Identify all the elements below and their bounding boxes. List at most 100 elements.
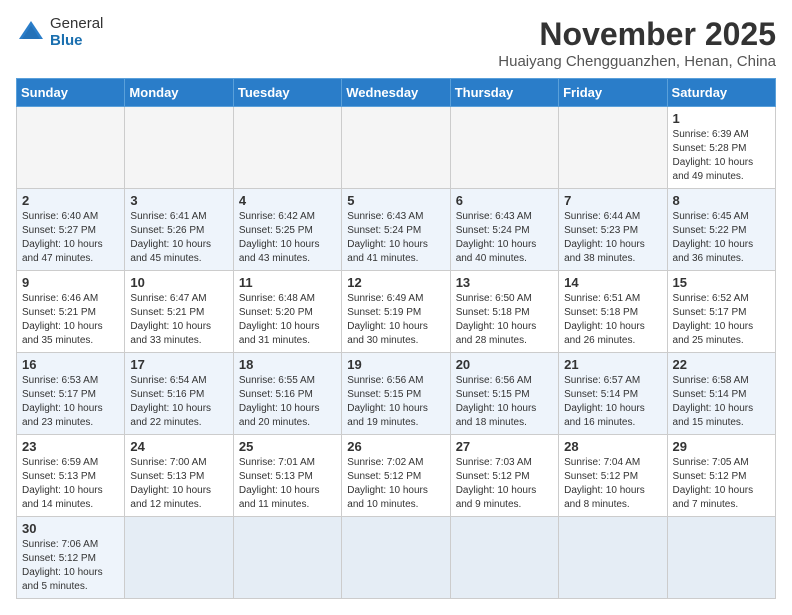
- weekday-header-tuesday: Tuesday: [233, 79, 341, 107]
- day-number: 13: [456, 275, 553, 290]
- day-number: 16: [22, 357, 119, 372]
- day-info: Sunrise: 7:04 AM Sunset: 5:12 PM Dayligh…: [564, 456, 661, 512]
- calendar-cell: [450, 107, 558, 189]
- day-info: Sunrise: 6:45 AM Sunset: 5:22 PM Dayligh…: [673, 210, 770, 266]
- day-number: 30: [22, 521, 119, 536]
- weekday-header-saturday: Saturday: [667, 79, 775, 107]
- page-header: General Blue November 2025 Huaiyang Chen…: [16, 16, 776, 70]
- day-number: 11: [239, 275, 336, 290]
- calendar-week-row: 1 Sunrise: 6:39 AM Sunset: 5:28 PM Daylig…: [17, 107, 776, 189]
- calendar-cell: 23Sunrise: 6:59 AM Sunset: 5:13 PM Dayli…: [17, 435, 125, 517]
- day-info: Sunrise: 6:40 AM Sunset: 5:27 PM Dayligh…: [22, 210, 119, 266]
- day-info: Sunrise: 6:53 AM Sunset: 5:17 PM Dayligh…: [22, 374, 119, 430]
- calendar-cell: [667, 517, 775, 599]
- calendar-cell: [125, 107, 233, 189]
- calendar-cell: 24Sunrise: 7:00 AM Sunset: 5:13 PM Dayli…: [125, 435, 233, 517]
- title-block: November 2025 Huaiyang Chengguanzhen, He…: [498, 16, 776, 70]
- day-number: 15: [673, 275, 770, 290]
- calendar-week-row: 23Sunrise: 6:59 AM Sunset: 5:13 PM Dayli…: [17, 435, 776, 517]
- day-number: 28: [564, 439, 661, 454]
- calendar-cell: 3 Sunrise: 6:41 AM Sunset: 5:26 PM Daylig…: [125, 189, 233, 271]
- calendar-cell: 4 Sunrise: 6:42 AM Sunset: 5:25 PM Daylig…: [233, 189, 341, 271]
- day-number: 5: [347, 193, 444, 208]
- month-title: November 2025: [498, 16, 776, 53]
- calendar-week-row: 16 Sunrise: 6:53 AM Sunset: 5:17 PM Dayli…: [17, 353, 776, 435]
- calendar-cell: [125, 517, 233, 599]
- day-info: Sunrise: 6:51 AM Sunset: 5:18 PM Dayligh…: [564, 292, 661, 348]
- calendar-cell: [17, 107, 125, 189]
- day-number: 20: [456, 357, 553, 372]
- day-info: Sunrise: 6:42 AM Sunset: 5:25 PM Dayligh…: [239, 210, 336, 266]
- day-info: Sunrise: 6:56 AM Sunset: 5:15 PM Dayligh…: [347, 374, 444, 430]
- day-info: Sunrise: 6:43 AM Sunset: 5:24 PM Dayligh…: [347, 210, 444, 266]
- location: Huaiyang Chengguanzhen, Henan, China: [498, 53, 776, 70]
- day-info: Sunrise: 7:01 AM Sunset: 5:13 PM Dayligh…: [239, 456, 336, 512]
- day-number: 21: [564, 357, 661, 372]
- calendar-cell: 19Sunrise: 6:56 AM Sunset: 5:15 PM Dayli…: [342, 353, 450, 435]
- day-info: Sunrise: 6:57 AM Sunset: 5:14 PM Dayligh…: [564, 374, 661, 430]
- day-info: Sunrise: 6:46 AM Sunset: 5:21 PM Dayligh…: [22, 292, 119, 348]
- calendar-cell: 18Sunrise: 6:55 AM Sunset: 5:16 PM Dayli…: [233, 353, 341, 435]
- day-number: 9: [22, 275, 119, 290]
- day-info: Sunrise: 6:55 AM Sunset: 5:16 PM Dayligh…: [239, 374, 336, 430]
- calendar-cell: 2 Sunrise: 6:40 AM Sunset: 5:27 PM Daylig…: [17, 189, 125, 271]
- calendar-cell: 9 Sunrise: 6:46 AM Sunset: 5:21 PM Daylig…: [17, 271, 125, 353]
- calendar-cell: [450, 517, 558, 599]
- day-info: Sunrise: 6:39 AM Sunset: 5:28 PM Dayligh…: [673, 128, 770, 184]
- calendar-cell: [233, 107, 341, 189]
- day-info: Sunrise: 6:50 AM Sunset: 5:18 PM Dayligh…: [456, 292, 553, 348]
- calendar-cell: 7Sunrise: 6:44 AM Sunset: 5:23 PM Daylig…: [559, 189, 667, 271]
- day-info: Sunrise: 7:03 AM Sunset: 5:12 PM Dayligh…: [456, 456, 553, 512]
- calendar-cell: 1 Sunrise: 6:39 AM Sunset: 5:28 PM Daylig…: [667, 107, 775, 189]
- day-number: 4: [239, 193, 336, 208]
- day-number: 27: [456, 439, 553, 454]
- day-info: Sunrise: 6:41 AM Sunset: 5:26 PM Dayligh…: [130, 210, 227, 266]
- day-number: 25: [239, 439, 336, 454]
- weekday-header-monday: Monday: [125, 79, 233, 107]
- day-info: Sunrise: 6:48 AM Sunset: 5:20 PM Dayligh…: [239, 292, 336, 348]
- day-info: Sunrise: 6:49 AM Sunset: 5:19 PM Dayligh…: [347, 292, 444, 348]
- day-number: 2: [22, 193, 119, 208]
- calendar-cell: 21 Sunrise: 6:57 AM Sunset: 5:14 PM Dayli…: [559, 353, 667, 435]
- calendar-cell: [559, 107, 667, 189]
- calendar-cell: [559, 517, 667, 599]
- calendar-cell: 25 Sunrise: 7:01 AM Sunset: 5:13 PM Dayli…: [233, 435, 341, 517]
- calendar-cell: 5 Sunrise: 6:43 AM Sunset: 5:24 PM Daylig…: [342, 189, 450, 271]
- day-number: 23: [22, 439, 119, 454]
- day-info: Sunrise: 6:47 AM Sunset: 5:21 PM Dayligh…: [130, 292, 227, 348]
- weekday-header-wednesday: Wednesday: [342, 79, 450, 107]
- calendar-week-row: 30 Sunrise: 7:06 AM Sunset: 5:12 PM Dayli…: [17, 517, 776, 599]
- calendar-cell: 12 Sunrise: 6:49 AM Sunset: 5:19 PM Dayli…: [342, 271, 450, 353]
- day-number: 26: [347, 439, 444, 454]
- calendar-cell: 13 Sunrise: 6:50 AM Sunset: 5:18 PM Dayli…: [450, 271, 558, 353]
- calendar-cell: 11 Sunrise: 6:48 AM Sunset: 5:20 PM Dayli…: [233, 271, 341, 353]
- day-number: 7: [564, 193, 661, 208]
- day-number: 6: [456, 193, 553, 208]
- calendar-cell: 20 Sunrise: 6:56 AM Sunset: 5:15 PM Dayli…: [450, 353, 558, 435]
- day-info: Sunrise: 6:52 AM Sunset: 5:17 PM Dayligh…: [673, 292, 770, 348]
- calendar-cell: 8Sunrise: 6:45 AM Sunset: 5:22 PM Daylig…: [667, 189, 775, 271]
- calendar-cell: [342, 517, 450, 599]
- calendar-cell: 26 Sunrise: 7:02 AM Sunset: 5:12 PM Dayli…: [342, 435, 450, 517]
- day-number: 1: [673, 111, 770, 126]
- calendar-table: SundayMondayTuesdayWednesdayThursdayFrid…: [16, 78, 776, 599]
- day-number: 3: [130, 193, 227, 208]
- day-info: Sunrise: 6:58 AM Sunset: 5:14 PM Dayligh…: [673, 374, 770, 430]
- weekday-header-sunday: Sunday: [17, 79, 125, 107]
- calendar-cell: 10Sunrise: 6:47 AM Sunset: 5:21 PM Dayli…: [125, 271, 233, 353]
- day-info: Sunrise: 6:43 AM Sunset: 5:24 PM Dayligh…: [456, 210, 553, 266]
- calendar-cell: [233, 517, 341, 599]
- day-number: 12: [347, 275, 444, 290]
- calendar-week-row: 2 Sunrise: 6:40 AM Sunset: 5:27 PM Daylig…: [17, 189, 776, 271]
- day-number: 24: [130, 439, 227, 454]
- day-number: 29: [673, 439, 770, 454]
- day-number: 22: [673, 357, 770, 372]
- day-info: Sunrise: 6:54 AM Sunset: 5:16 PM Dayligh…: [130, 374, 227, 430]
- day-info: Sunrise: 7:06 AM Sunset: 5:12 PM Dayligh…: [22, 538, 119, 594]
- day-number: 17: [130, 357, 227, 372]
- weekday-header-friday: Friday: [559, 79, 667, 107]
- logo-text: General Blue: [50, 16, 103, 49]
- calendar-cell: 16 Sunrise: 6:53 AM Sunset: 5:17 PM Dayli…: [17, 353, 125, 435]
- day-info: Sunrise: 6:56 AM Sunset: 5:15 PM Dayligh…: [456, 374, 553, 430]
- day-info: Sunrise: 7:02 AM Sunset: 5:12 PM Dayligh…: [347, 456, 444, 512]
